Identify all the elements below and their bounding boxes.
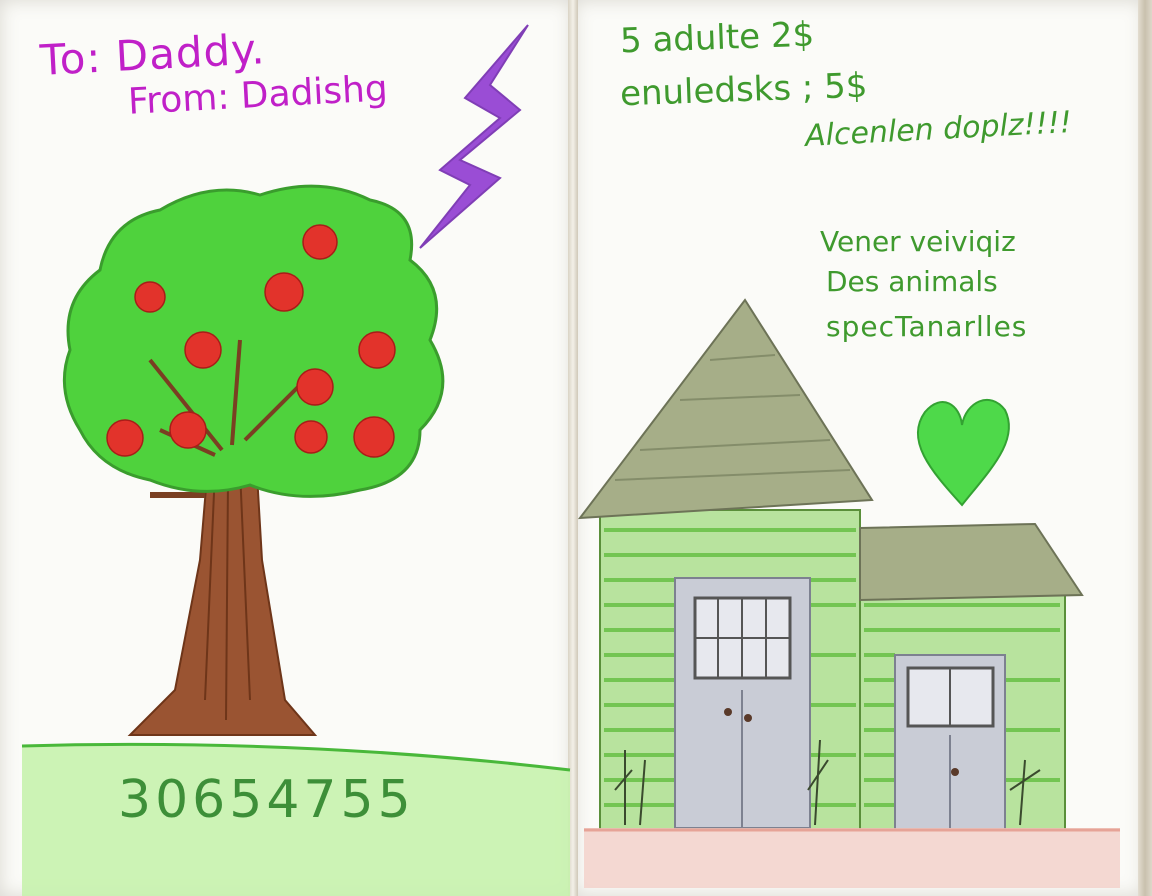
roof-annex bbox=[859, 522, 1084, 602]
apple-icon bbox=[134, 281, 166, 313]
apple-icon bbox=[106, 419, 144, 457]
house bbox=[577, 298, 1120, 888]
apple-icon bbox=[296, 368, 334, 406]
apple-icon bbox=[294, 420, 328, 454]
caption-line-2: Des animals bbox=[826, 265, 998, 298]
price-line-1: 5 adulte 2$ bbox=[619, 14, 815, 62]
apple-icon bbox=[358, 331, 396, 369]
number-line: 30654755 bbox=[118, 770, 415, 830]
caption-line-1: Vener veiviqiz bbox=[820, 225, 1016, 258]
heart-icon bbox=[916, 398, 1010, 507]
caption-line-3: specTanarlles bbox=[826, 310, 1028, 343]
apple-icon bbox=[169, 411, 207, 449]
lightning-bolt-icon bbox=[419, 24, 529, 249]
ground-strip bbox=[584, 828, 1120, 888]
apple-icon bbox=[302, 224, 338, 260]
apple-icon bbox=[184, 331, 222, 369]
apple-icon bbox=[264, 272, 304, 312]
apple-icon bbox=[353, 416, 395, 458]
